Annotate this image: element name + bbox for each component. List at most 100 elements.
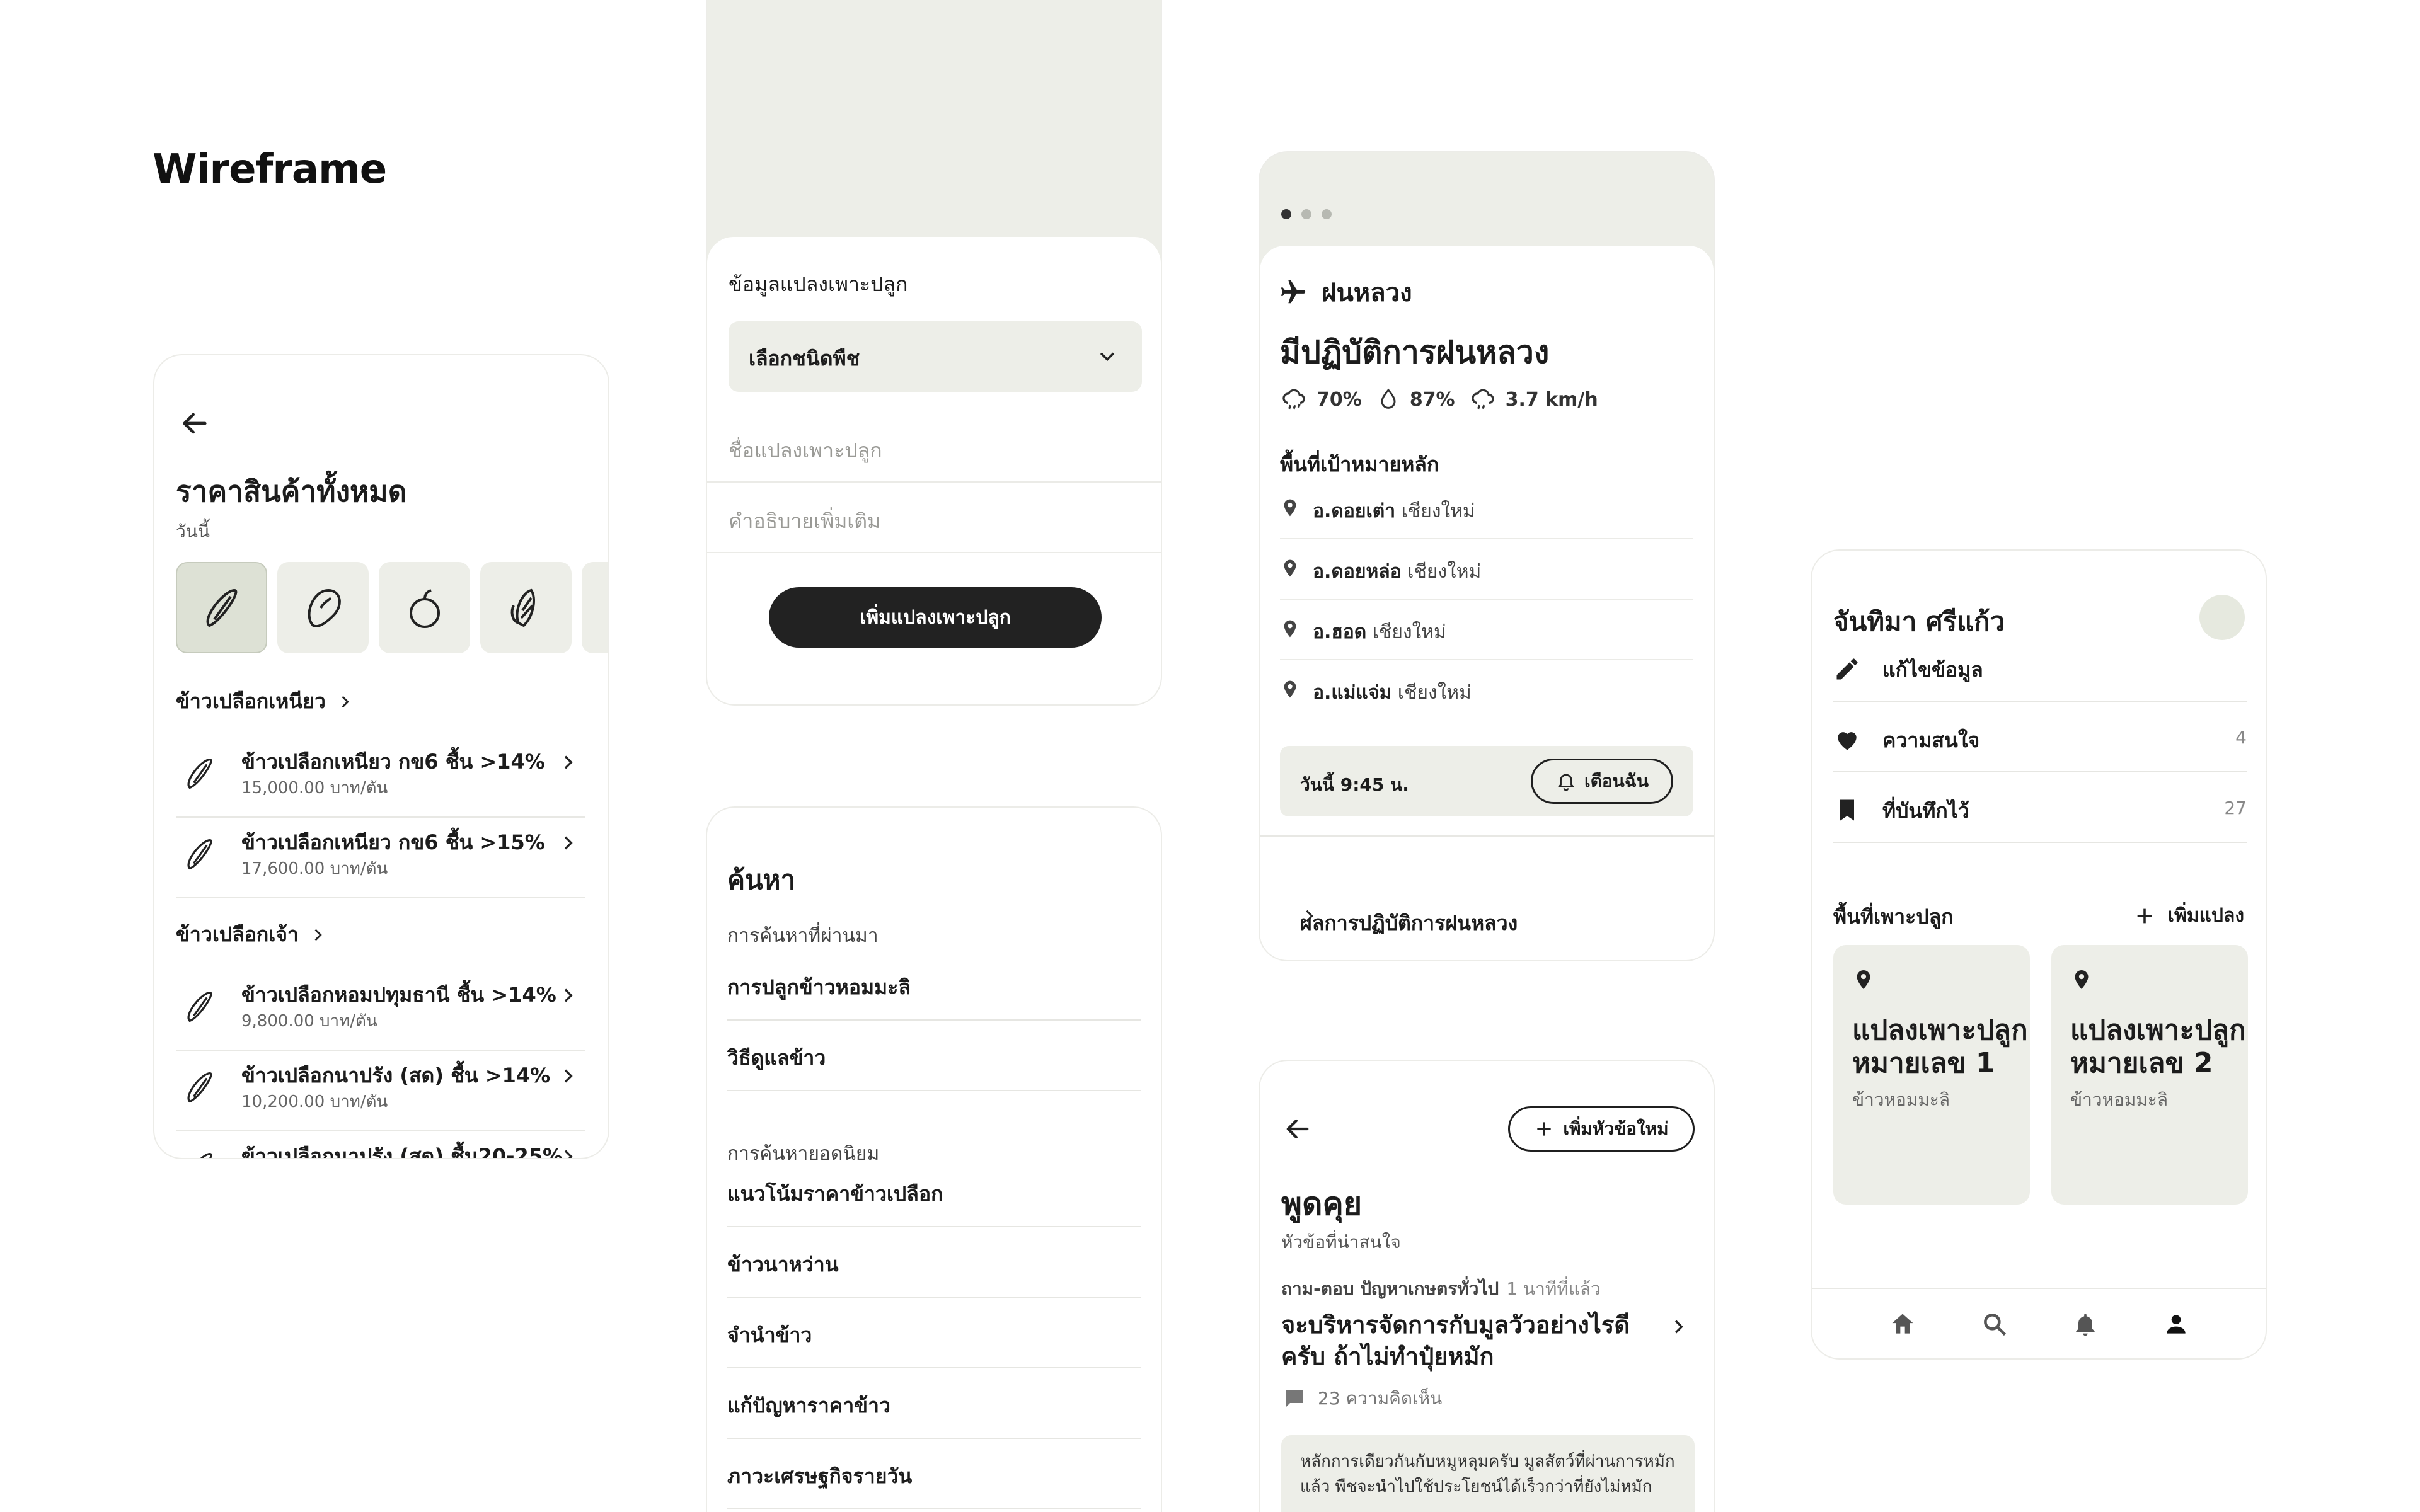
- province: เชียงใหม่: [1397, 682, 1472, 704]
- target-label: พื้นที่เป้าหมายหลัก: [1280, 452, 1439, 476]
- location-pin-icon: [2070, 966, 2093, 993]
- plot-card[interactable]: แปลงเพาะปลูก หมายเลข 1 ข้าวหอมมะลิ: [1833, 945, 2030, 1205]
- location-text: อ.ดอยเต่า เชียงใหม่: [1313, 496, 1475, 526]
- remind-me-button[interactable]: เตือนฉัน: [1531, 759, 1673, 804]
- chevron-right-icon: [558, 1147, 578, 1158]
- rice-icon: [180, 753, 220, 794]
- rice-icon: [180, 1148, 220, 1158]
- item-label: แก้ปัญหาราคาข้าว: [727, 1394, 890, 1418]
- rice-icon: [180, 1067, 220, 1108]
- item-name: ข้าวเปลือกเหนียว กข6 ชื้น >15%: [241, 830, 545, 854]
- section-header[interactable]: ข้าวเปลือกเหนียว: [176, 685, 354, 718]
- section-label: ข้าวเปลือกเจ้า: [176, 922, 299, 946]
- item-label: แนวโน้มราคาข้าวเปลือก: [727, 1182, 943, 1206]
- popular-search-item[interactable]: ภาวะเศรษฐกิจรายวัน: [727, 1439, 1141, 1509]
- chevron-right-icon[interactable]: [1668, 1317, 1688, 1337]
- category-mango[interactable]: [277, 562, 369, 653]
- menu-edit-profile[interactable]: แก้ไขข้อมูล: [1833, 631, 2247, 702]
- search-icon[interactable]: [1981, 1310, 2008, 1338]
- price-row[interactable]: ข้าวเปลือกหอมปทุมธานี ชื้น >14% 9,800.00…: [176, 971, 585, 1051]
- topic-title[interactable]: จะบริหารจัดการกับมูลวัวอย่างไรดีครับ ถ้า…: [1281, 1309, 1640, 1372]
- plot-card[interactable]: แปลงเพาะปลูก หมายเลข 2 ข้าวหอมมะลิ: [2051, 945, 2248, 1205]
- category-corn[interactable]: [480, 562, 572, 653]
- popular-search-item[interactable]: จำนำข้าว: [727, 1298, 1141, 1368]
- topic-time: 1 นาทีที่แล้ว: [1506, 1278, 1601, 1299]
- item-label: ข้าวนาหว่าน: [727, 1252, 839, 1276]
- menu-count: 27: [2224, 798, 2247, 818]
- plot-title: แปลงเพาะปลูก หมายเลข 1: [1852, 1014, 2028, 1079]
- chevron-right-icon: [336, 693, 354, 711]
- back-arrow-icon[interactable]: [177, 406, 212, 441]
- add-plot-link[interactable]: เพิ่มแปลง: [2134, 901, 2244, 931]
- location-text: อ.แม่แจ่ม เชียงใหม่: [1313, 678, 1472, 707]
- rice-icon: [197, 583, 247, 633]
- price-row[interactable]: ข้าวเปลือกเหนียว กข6 ชื้น >14% 15,000.00…: [176, 738, 585, 818]
- add-plot-button[interactable]: เพิ่มแปลงเพาะปลูก: [769, 587, 1102, 648]
- page-subtitle: วันนี้: [176, 521, 210, 542]
- new-topic-button[interactable]: เพิ่มหัวข้อใหม่: [1508, 1106, 1695, 1152]
- item-name: ข้าวเปลือกหอมปทุมธานี ชื้น >14%: [241, 983, 556, 1007]
- menu-saved[interactable]: ที่บันทึกไว้ 27: [1833, 772, 2247, 843]
- description-input[interactable]: คำอธิบายเพิ่มเติม: [707, 483, 1161, 553]
- topic-excerpt[interactable]: หลักการเดียวกันกับหมูหลุมครับ มูลสัตว์ที…: [1281, 1435, 1695, 1512]
- district: อ.ฮอด: [1313, 621, 1367, 643]
- target-location: อ.ดอยเต่า เชียงใหม่: [1280, 479, 1693, 539]
- comment-count: 23 ความคิดเห็น: [1281, 1385, 1442, 1412]
- rice-icon: [180, 834, 220, 874]
- menu-label: ที่บันทึกไว้: [1882, 799, 1969, 823]
- item-price: 10,200.00 บาท/ตัน: [241, 1092, 388, 1111]
- district: อ.แม่แจ่ม: [1313, 682, 1392, 704]
- stat-value: 3.7 km/h: [1505, 388, 1598, 411]
- menu-interests[interactable]: ความสนใจ 4: [1833, 702, 2247, 772]
- placeholder: คำอธิบายเพิ่มเติม: [729, 509, 881, 533]
- menu-label: แก้ไขข้อมูล: [1882, 658, 1983, 682]
- plot-crop: ข้าวหอมมะลิ: [1852, 1089, 1950, 1110]
- fruit-icon: [400, 583, 450, 633]
- pencil-icon: [1833, 655, 1861, 683]
- result-link[interactable]: ผลการปฏิบัติการฝนหลวง: [1260, 835, 1714, 935]
- royal-rain-screen: ฝนหลวง มีปฏิบัติการฝนหลวง 70% 87% 3.7 km…: [1259, 151, 1715, 961]
- plot-title: แปลงเพาะปลูก หมายเลข 2: [2070, 1014, 2246, 1079]
- chevron-right-icon: [558, 833, 578, 853]
- category-rice[interactable]: [176, 562, 267, 653]
- home-icon[interactable]: [1889, 1310, 1916, 1338]
- category-fruit[interactable]: [379, 562, 470, 653]
- price-row[interactable]: ข้าวเปลือกเหนียว กข6 ชื้น >15% 17,600.00…: [176, 819, 585, 898]
- chevron-right-icon: [558, 985, 578, 1005]
- form-sheet: ข้อมูลแปลงเพาะปลูก เลือกชนิดพืช ชื่อแปลง…: [707, 237, 1161, 704]
- wind-speed: 3.7 km/h: [1469, 386, 1598, 413]
- rain-chance: 70%: [1280, 386, 1362, 413]
- item-price: 17,600.00 บาท/ตัน: [241, 859, 388, 878]
- plot-crop: ข้าวหอมมะลิ: [2070, 1089, 2168, 1110]
- price-row[interactable]: ข้าวเปลือกนาปรัง (สด) ชื้น20-25%: [176, 1133, 585, 1158]
- crop-type-select[interactable]: เลือกชนิดพืช: [729, 321, 1142, 392]
- popular-search-item[interactable]: ข้าวนาหว่าน: [727, 1227, 1141, 1298]
- recent-search-item[interactable]: การปลูกข้าวหอมมะลิ: [727, 950, 1141, 1021]
- target-location: อ.แม่แจ่ม เชียงใหม่: [1280, 660, 1693, 721]
- recent-label: การค้นหาที่ผ่านมา: [727, 925, 879, 947]
- plot-name-input[interactable]: ชื่อแปลงเพาะปลูก: [707, 412, 1161, 483]
- recent-search-item[interactable]: วิธีดูแลข้าว: [727, 1021, 1141, 1091]
- placeholder: ชื่อแปลงเพาะปลูก: [729, 438, 882, 462]
- popular-search-item[interactable]: แนวโน้มราคาข้าวเปลือก: [727, 1157, 1141, 1227]
- area-label: พื้นที่เพาะปลูก: [1833, 905, 1954, 929]
- stat-value: 70%: [1317, 388, 1362, 411]
- section-header[interactable]: ข้าวเปลือกเจ้า: [176, 919, 326, 951]
- page-subtitle: หัวข้อที่น่าสนใจ: [1281, 1232, 1401, 1252]
- dot[interactable]: [1322, 209, 1332, 219]
- back-arrow-icon[interactable]: [1281, 1113, 1314, 1145]
- category-more[interactable]: [582, 562, 608, 653]
- droplet-icon: [1376, 387, 1401, 412]
- carousel-dots[interactable]: [1281, 209, 1332, 219]
- plus-icon: [1534, 1119, 1554, 1139]
- dot[interactable]: [1301, 209, 1311, 219]
- dot-active[interactable]: [1281, 209, 1291, 219]
- chevron-right-icon: [558, 752, 578, 772]
- wind-cloud-icon: [1469, 386, 1497, 413]
- popular-search-item[interactable]: แก้ปัญหาราคาข้าว: [727, 1368, 1141, 1439]
- bell-icon[interactable]: [2071, 1310, 2099, 1338]
- profile-icon[interactable]: [2162, 1310, 2190, 1338]
- rice-icon: [180, 987, 220, 1027]
- price-row[interactable]: ข้าวเปลือกนาปรัง (สด) ชื้น >14% 10,200.0…: [176, 1052, 585, 1131]
- province: เชียงใหม่: [1401, 500, 1475, 522]
